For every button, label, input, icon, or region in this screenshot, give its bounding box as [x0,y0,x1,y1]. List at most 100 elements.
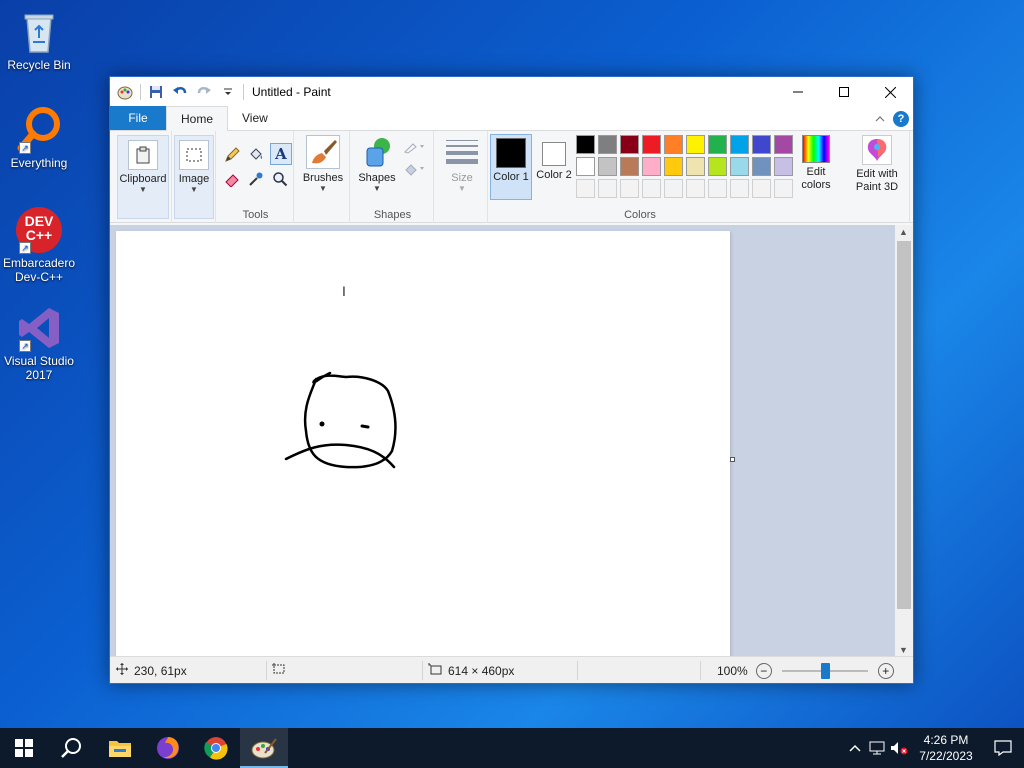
shapes-button[interactable]: Shapes ▼ [354,135,400,193]
minimize-button[interactable] [775,77,821,107]
palette-swatch-empty[interactable] [576,179,595,198]
palette-swatch[interactable] [642,157,661,176]
color1-swatch [496,138,526,168]
palette-swatch-empty[interactable] [664,179,683,198]
status-divider [700,661,701,680]
resize-handle[interactable] [730,457,735,462]
pencil-icon[interactable] [222,145,242,165]
start-button[interactable] [0,728,48,768]
palette-swatch[interactable] [774,157,793,176]
palette-swatch[interactable] [664,135,683,154]
palette-swatch[interactable] [598,135,617,154]
clock[interactable]: 4:26 PM 7/22/2023 [910,732,982,764]
palette-swatch[interactable] [730,135,749,154]
drawing-canvas[interactable] [116,231,735,657]
help-icon[interactable]: ? [893,111,909,127]
tools-group: A Tools [218,131,294,223]
palette-swatch-empty[interactable] [730,179,749,198]
edit-colors-button[interactable]: Edit colors [798,135,834,192]
shapes-group-label: Shapes [373,209,412,221]
redo-icon[interactable] [195,83,213,101]
customize-qa-icon[interactable] [219,83,237,101]
palette-swatch[interactable] [730,157,749,176]
palette-swatch-empty[interactable] [642,179,661,198]
palette-swatch[interactable] [664,157,683,176]
volume-muted-icon[interactable] [888,741,910,755]
tab-home[interactable]: Home [166,106,229,131]
palette-swatch-empty[interactable] [752,179,771,198]
paint-app-icon[interactable] [116,83,134,101]
scroll-up-icon[interactable]: ▲ [899,227,908,237]
palette-swatch[interactable] [752,157,771,176]
zoom-in-icon[interactable]: + [877,662,894,679]
desktop-icon-devcpp[interactable]: DEV C++ ↗ Embarcadero Dev-C++ [2,206,76,284]
window-title: Untitled - Paint [252,85,331,99]
network-icon[interactable] [866,741,888,755]
palette-swatch-empty[interactable] [598,179,617,198]
desktop-icon-recycle-bin[interactable]: Recycle Bin [2,8,76,72]
fill-icon[interactable] [402,159,428,179]
ribbon: Clipboard ▼ Image ▼ A Tools Brushes ▼ Sh… [110,131,913,223]
canvas-area: I [110,225,896,657]
scroll-down-icon[interactable]: ▼ [899,645,908,655]
desktop-icon-visual-studio[interactable]: ↗ Visual Studio 2017 [2,304,76,382]
chevron-up-icon[interactable] [844,741,866,755]
scroll-thumb[interactable] [897,241,911,609]
palette-swatch[interactable] [576,157,595,176]
search-button[interactable] [48,728,96,768]
magnifier-icon[interactable] [270,169,290,189]
text-tool-icon[interactable]: A [270,143,292,165]
fill-bucket-icon[interactable] [246,145,266,165]
palette-swatch[interactable] [774,135,793,154]
chevron-down-icon: ▼ [190,185,198,194]
status-divider [266,661,267,680]
palette-swatch-empty[interactable] [620,179,639,198]
brushes-button[interactable]: Brushes ▼ [298,135,348,193]
size-lines-icon [445,135,479,169]
chevron-down-icon: ▼ [373,184,381,193]
notifications-icon[interactable] [982,740,1024,756]
canvas-size-icon [428,663,442,678]
color2-button[interactable]: Color 2 [534,134,574,200]
maximize-button[interactable] [821,77,867,107]
tab-file[interactable]: File [110,106,166,130]
undo-icon[interactable] [171,83,189,101]
firefox-button[interactable] [144,728,192,768]
color-picker-icon[interactable] [246,169,266,189]
size-button[interactable]: Size ▼ [440,135,484,193]
search-icon [61,738,81,758]
palette-swatch[interactable] [752,135,771,154]
palette-swatch-empty[interactable] [774,179,793,198]
zoom-out-icon[interactable]: − [755,662,772,679]
palette-swatch-empty[interactable] [686,179,705,198]
tab-view[interactable]: View [228,106,282,130]
collapse-ribbon-icon[interactable] [873,112,887,126]
desktop-icon-everything[interactable]: ↗ Everything [2,106,76,170]
close-button[interactable] [867,77,913,107]
palette-swatch[interactable] [620,157,639,176]
palette-swatch[interactable] [598,157,617,176]
eraser-icon[interactable] [222,169,242,189]
save-icon[interactable] [147,83,165,101]
color1-button[interactable]: Color 1 [490,134,532,200]
palette-swatch[interactable] [686,135,705,154]
palette-swatch[interactable] [708,157,727,176]
vertical-scrollbar[interactable]: ▲ ▼ [895,225,913,657]
edit-with-paint3d-button[interactable]: Edit with Paint 3D [846,135,908,194]
chrome-button[interactable] [192,728,240,768]
brushes-group: Brushes ▼ [296,131,350,223]
file-explorer-button[interactable] [96,728,144,768]
palette-swatch[interactable] [686,157,705,176]
palette-swatch-empty[interactable] [708,179,727,198]
palette-swatch[interactable] [642,135,661,154]
outline-icon[interactable] [402,137,428,157]
palette-swatch[interactable] [576,135,595,154]
paint-taskbar-button[interactable] [240,728,288,768]
clipboard-button[interactable]: Clipboard ▼ [117,135,169,219]
zoom-controls: 100% − + [717,657,894,684]
palette-swatch[interactable] [620,135,639,154]
image-button[interactable]: Image ▼ [174,135,214,219]
palette-swatch[interactable] [708,135,727,154]
zoom-slider-thumb[interactable] [820,662,830,679]
zoom-slider[interactable] [781,662,868,679]
